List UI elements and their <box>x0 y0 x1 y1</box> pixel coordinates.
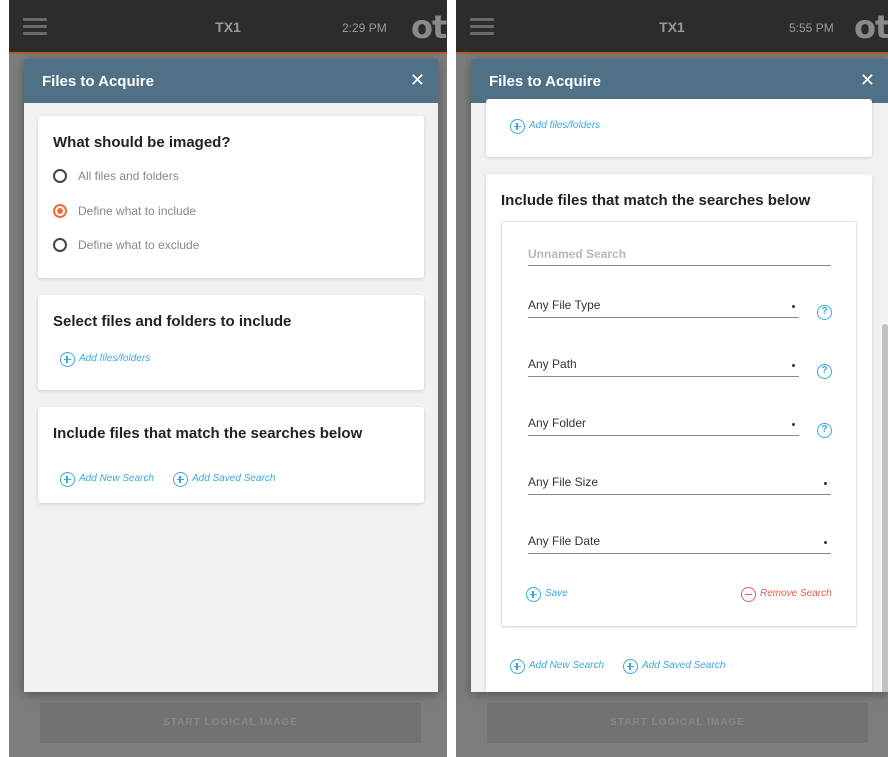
app-logo: ot <box>411 8 447 46</box>
plus-circle-icon <box>510 119 525 134</box>
imaged-card-title: What should be imaged? <box>53 134 231 151</box>
dropdown-dot-icon <box>792 305 795 308</box>
radio-label: All files and folders <box>78 169 179 183</box>
select-files-card-title: Select files and folders to include <box>53 313 292 330</box>
search-name-input[interactable] <box>528 244 831 264</box>
plus-circle-icon <box>510 659 525 674</box>
add-files-folders-label: Add files/folders <box>79 353 151 364</box>
top-bar: TX1 2:29 PM ot <box>9 0 447 54</box>
file-date-select[interactable]: Any File Date <box>528 532 831 554</box>
close-icon[interactable]: ✕ <box>410 70 425 91</box>
plus-circle-icon <box>60 472 75 487</box>
file-size-value: Any File Size <box>528 475 599 489</box>
add-files-folders-label: Add files/folders <box>529 120 601 131</box>
path-select[interactable]: Any Path <box>528 355 799 377</box>
plus-circle-icon <box>623 659 638 674</box>
modal-header: Files to Acquire ✕ <box>471 59 888 103</box>
start-logical-image-button[interactable]: START LOGICAL IMAGE <box>487 703 868 743</box>
radio-label: Define what to include <box>78 204 197 218</box>
file-size-select[interactable]: Any File Size <box>528 473 831 495</box>
modal-title: Files to Acquire <box>42 73 154 90</box>
minus-circle-icon <box>741 587 756 602</box>
radio-circle-icon[interactable] <box>53 169 67 183</box>
help-icon[interactable]: ? <box>817 305 832 320</box>
clock-time: 2:29 PM <box>342 21 387 35</box>
dropdown-dot-icon <box>824 541 827 544</box>
path-value: Any Path <box>528 357 577 371</box>
add-saved-search-label: Add Saved Search <box>642 660 726 671</box>
search-name-field[interactable] <box>528 244 831 266</box>
app-logo: ot <box>854 8 888 46</box>
modal-header: Files to Acquire ✕ <box>24 59 438 103</box>
search-card: Include files that match the searches be… <box>486 174 872 692</box>
search-definition-box: Any File Type ? Any Path ? Any Folder ? … <box>501 221 857 627</box>
top-bar: TX1 5:55 PM ot <box>456 0 888 54</box>
left-screen: TX1 2:29 PM ot START LOGICAL IMAGE Files… <box>9 0 447 757</box>
modal-title: Files to Acquire <box>489 73 601 90</box>
scrollbar[interactable] <box>882 324 888 692</box>
dropdown-dot-icon <box>792 423 795 426</box>
add-saved-search-label: Add Saved Search <box>192 473 276 484</box>
dropdown-dot-icon <box>824 482 827 485</box>
search-card: Include files that match the searches be… <box>38 407 424 503</box>
dropdown-dot-icon <box>792 364 795 367</box>
file-date-value: Any File Date <box>528 534 601 548</box>
search-card-title: Include files that match the searches be… <box>501 192 811 209</box>
folder-value: Any Folder <box>528 416 587 430</box>
clock-time: 5:55 PM <box>789 21 834 35</box>
add-new-search-label: Add New Search <box>529 660 605 671</box>
help-icon[interactable]: ? <box>817 364 832 379</box>
files-to-acquire-modal: Files to Acquire ✕ Add files/folders Inc… <box>471 59 888 692</box>
radio-label: Define what to exclude <box>78 238 200 252</box>
search-card-title: Include files that match the searches be… <box>53 425 363 442</box>
select-files-card: Select files and folders to include Add … <box>38 295 424 390</box>
help-icon[interactable]: ? <box>817 423 832 438</box>
plus-circle-icon <box>60 352 75 367</box>
right-screen: TX1 5:55 PM ot START LOGICAL IMAGE Files… <box>456 0 888 757</box>
imaged-options-card: What should be imaged? All files and fol… <box>38 116 424 278</box>
remove-search-label: Remove Search <box>760 588 832 599</box>
close-icon[interactable]: ✕ <box>860 70 875 91</box>
select-files-card: Add files/folders <box>486 99 872 157</box>
plus-circle-icon <box>526 587 541 602</box>
file-type-value: Any File Type <box>528 298 601 312</box>
files-to-acquire-modal: Files to Acquire ✕ What should be imaged… <box>24 59 438 692</box>
plus-circle-icon <box>173 472 188 487</box>
add-new-search-label: Add New Search <box>79 473 155 484</box>
folder-select[interactable]: Any Folder <box>528 414 799 436</box>
radio-circle-icon[interactable] <box>53 238 67 252</box>
start-logical-image-button[interactable]: START LOGICAL IMAGE <box>40 703 421 743</box>
radio-selected-icon[interactable] <box>53 204 67 218</box>
save-label: Save <box>545 588 568 599</box>
file-type-select[interactable]: Any File Type <box>528 296 799 318</box>
